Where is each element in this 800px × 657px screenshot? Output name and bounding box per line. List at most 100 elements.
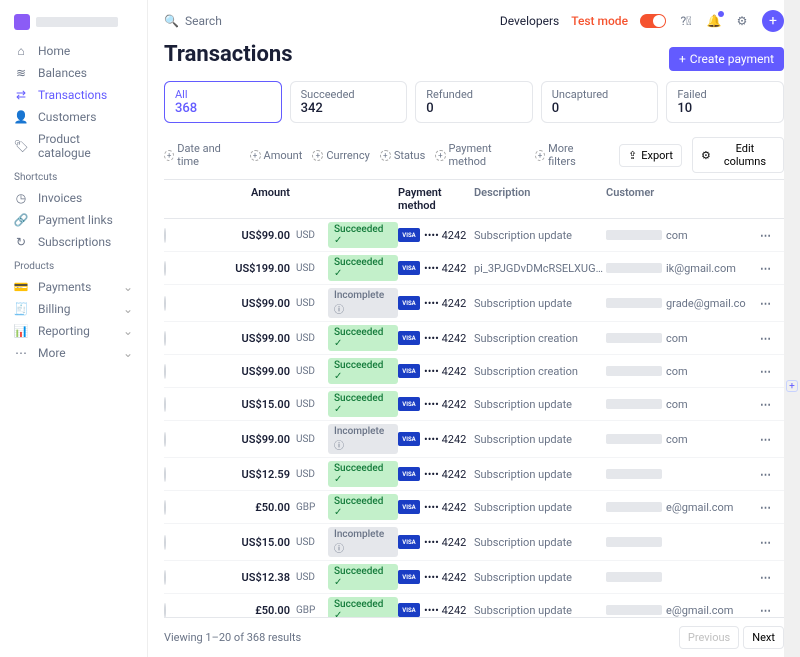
row-checkbox[interactable] — [164, 331, 166, 346]
sidebar-item-label: Customers — [38, 110, 96, 124]
test-mode-toggle[interactable] — [640, 14, 666, 28]
stat-card-all[interactable]: All368 — [164, 81, 282, 123]
export-button[interactable]: ⇪ Export — [619, 144, 682, 167]
status-badge: Succeeded ✓ — [328, 255, 398, 281]
row-checkbox[interactable] — [164, 467, 166, 482]
row-checkbox[interactable] — [164, 397, 166, 412]
row-checkbox[interactable] — [164, 228, 166, 243]
edit-columns-button[interactable]: ⚙ Edit columns — [692, 137, 784, 173]
row-actions-button[interactable]: ⋯ — [760, 297, 771, 310]
sidebar-item-label: Home — [38, 44, 70, 58]
help-icon[interactable]: ?⃝ — [678, 13, 694, 29]
stat-card-uncaptured[interactable]: Uncaptured0 — [541, 81, 659, 123]
sidebar-item-invoices[interactable]: ◷Invoices — [0, 187, 147, 209]
chevron-down-icon: ⌄ — [123, 324, 133, 338]
cell-payment-method: VISA•••• 4242 — [398, 397, 474, 411]
row-actions-button[interactable]: ⋯ — [760, 262, 771, 275]
row-checkbox[interactable] — [164, 570, 166, 585]
status-badge: Succeeded ✓ — [328, 494, 398, 520]
chevron-down-icon: ⌄ — [123, 302, 133, 316]
table-row[interactable]: US$15.00 USD Succeeded ✓ VISA•••• 4242 S… — [164, 388, 784, 421]
search-input[interactable]: 🔍 Search — [164, 14, 222, 28]
search-icon: 🔍 — [164, 14, 179, 28]
next-button[interactable]: Next — [743, 626, 784, 649]
sidebar-item-label: Product catalogue — [38, 132, 133, 160]
row-checkbox[interactable] — [164, 432, 166, 447]
cell-currency: USD — [296, 230, 328, 241]
filter-amount[interactable]: +Amount — [250, 142, 303, 168]
sidebar-item-reporting[interactable]: 📊Reporting⌄ — [0, 320, 147, 342]
filter-payment-method[interactable]: +Payment method — [435, 142, 525, 168]
sidebar-item-transactions[interactable]: ⇄Transactions — [0, 84, 147, 106]
table-row[interactable]: US$15.00 USD Incomplete ⓘ VISA•••• 4242 … — [164, 524, 784, 561]
table-row[interactable]: US$12.59 USD Succeeded ✓ VISA•••• 4242 S… — [164, 458, 784, 491]
row-actions-button[interactable]: ⋯ — [760, 571, 771, 584]
row-actions-button[interactable]: ⋯ — [760, 604, 771, 617]
row-actions-button[interactable]: ⋯ — [760, 398, 771, 411]
sidebar-item-balances[interactable]: ≋Balances — [0, 62, 147, 84]
table-body[interactable]: US$99.00 USD Succeeded ✓ VISA•••• 4242 S… — [164, 219, 784, 617]
visa-icon: VISA — [398, 331, 420, 345]
table-row[interactable]: US$99.00 USD Incomplete ⓘ VISA•••• 4242 … — [164, 421, 784, 458]
sidebar-item-customers[interactable]: 👤Customers — [0, 106, 147, 128]
row-checkbox[interactable] — [164, 603, 166, 618]
sidebar-item-subscriptions[interactable]: ↻Subscriptions — [0, 231, 147, 253]
catalog-icon: 🏷 — [14, 139, 28, 153]
sidebar-item-product-catalogue[interactable]: 🏷 Product catalogue — [0, 128, 147, 164]
org-switcher[interactable] — [0, 10, 147, 40]
row-actions-button[interactable]: ⋯ — [760, 332, 771, 345]
visa-icon: VISA — [398, 397, 420, 411]
table-row[interactable]: US$99.00 USD Succeeded ✓ VISA•••• 4242 S… — [164, 355, 784, 388]
create-payment-button[interactable]: + Create payment — [669, 47, 784, 71]
table-row[interactable]: US$12.38 USD Succeeded ✓ VISA•••• 4242 S… — [164, 561, 784, 594]
row-checkbox[interactable] — [164, 535, 166, 550]
customer-redacted — [606, 434, 662, 444]
row-actions-button[interactable]: ⋯ — [760, 501, 771, 514]
sidebar-item-payments[interactable]: 💳Payments⌄ — [0, 276, 147, 298]
sidebar-item-payment-links[interactable]: 🔗Payment links — [0, 209, 147, 231]
table-row[interactable]: US$99.00 USD Incomplete ⓘ VISA•••• 4242 … — [164, 285, 784, 322]
stat-card-succeeded[interactable]: Succeeded342 — [290, 81, 408, 123]
filter-currency[interactable]: +Currency — [312, 142, 369, 168]
sidebar-item-more[interactable]: ⋯More⌄ — [0, 342, 147, 364]
row-actions-button[interactable]: ⋯ — [760, 229, 771, 242]
row-actions-button[interactable]: ⋯ — [760, 468, 771, 481]
visa-icon: VISA — [398, 432, 420, 446]
stat-card-refunded[interactable]: Refunded0 — [415, 81, 533, 123]
cell-customer: e@gmail.com — [606, 604, 760, 617]
status-badge: Succeeded ✓ — [328, 325, 398, 351]
sidebar-item-label: Subscriptions — [38, 235, 111, 249]
col-amount: Amount — [186, 186, 296, 212]
cell-description: Subscription update — [474, 398, 606, 411]
row-checkbox[interactable] — [164, 500, 166, 515]
row-checkbox[interactable] — [164, 296, 166, 311]
filter-more-filters[interactable]: +More filters — [535, 142, 599, 168]
table-row[interactable]: US$99.00 USD Succeeded ✓ VISA•••• 4242 S… — [164, 322, 784, 355]
table-row[interactable]: US$199.00 USD Succeeded ✓ VISA•••• 4242 … — [164, 252, 784, 285]
cell-amount: US$15.00 — [186, 536, 296, 549]
main-region: 🔍 Search Developers Test mode ?⃝ 🔔 ⚙ + T… — [148, 0, 800, 657]
row-actions-button[interactable]: ⋯ — [760, 433, 771, 446]
sidebar-item-billing[interactable]: 🧾Billing⌄ — [0, 298, 147, 320]
row-checkbox[interactable] — [164, 364, 166, 379]
customer-redacted — [606, 502, 662, 512]
previous-button[interactable]: Previous — [679, 626, 739, 649]
create-icon[interactable]: + — [762, 10, 784, 32]
row-checkbox[interactable] — [164, 261, 166, 276]
table-row[interactable]: £50.00 GBP Succeeded ✓ VISA•••• 4242 Sub… — [164, 491, 784, 524]
notifications-icon[interactable]: 🔔 — [706, 13, 722, 29]
settings-icon[interactable]: ⚙ — [734, 13, 750, 29]
row-actions-button[interactable]: ⋯ — [760, 536, 771, 549]
plus-circle-icon: + — [535, 150, 545, 161]
developers-link[interactable]: Developers — [500, 14, 559, 28]
filter-status[interactable]: +Status — [380, 142, 425, 168]
filter-date-and-time[interactable]: +Date and time — [164, 142, 240, 168]
sidebar-item-home[interactable]: ⌂Home — [0, 40, 147, 62]
table-row[interactable]: £50.00 GBP Succeeded ✓ VISA•••• 4242 Sub… — [164, 594, 784, 617]
rail-add-button[interactable]: + — [786, 380, 798, 392]
stat-value: 342 — [301, 101, 397, 116]
table-row[interactable]: US$99.00 USD Succeeded ✓ VISA•••• 4242 S… — [164, 219, 784, 252]
stat-value: 0 — [426, 101, 522, 116]
row-actions-button[interactable]: ⋯ — [760, 365, 771, 378]
stat-card-failed[interactable]: Failed10 — [666, 81, 784, 123]
